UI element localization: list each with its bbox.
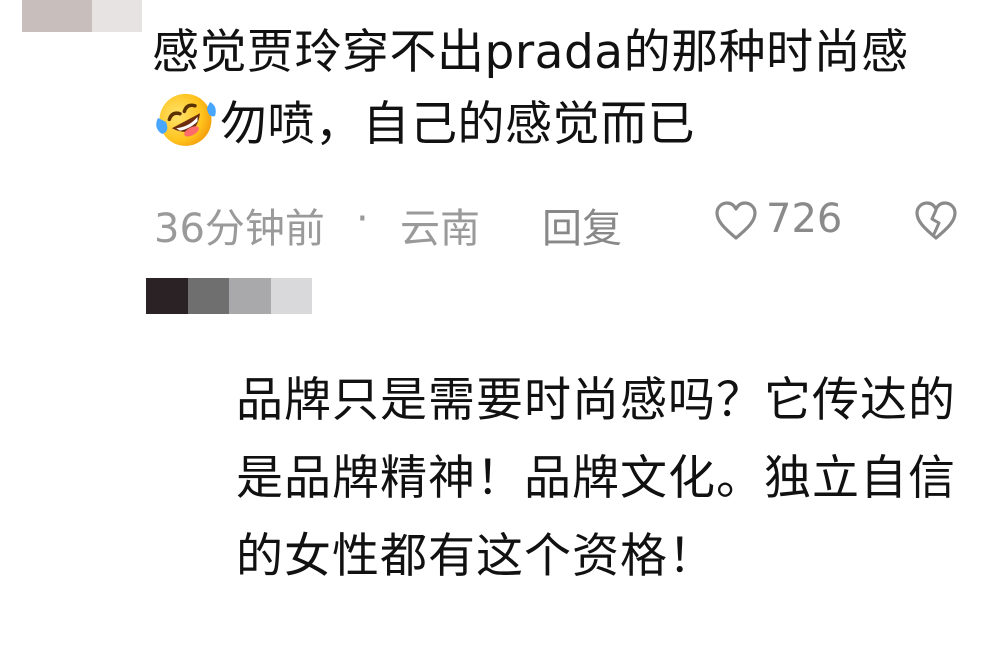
reply-avatar[interactable] — [146, 278, 312, 314]
comment-thread: 感觉贾玲穿不出prada的那种时尚感勿喷，自己的感觉而已 36分钟前 · 云南 … — [0, 0, 1006, 660]
rolling-on-floor-laughing-emoji — [154, 88, 216, 150]
like-count: 726 — [766, 196, 843, 242]
timestamp: 36分钟前 — [154, 206, 325, 252]
separator-dot: · — [356, 196, 369, 242]
avatar-pixel — [22, 0, 92, 32]
avatar-pixel — [229, 278, 271, 314]
reply-text: 品牌只是需要时尚感吗？它传达的是品牌精神！品牌文化。独立自信的女性都有这个资格！ — [236, 373, 956, 584]
location: 云南 — [400, 206, 480, 252]
comment-text-part2: 勿喷，自己的感觉而已 — [220, 97, 695, 152]
avatar-pixel — [270, 278, 312, 314]
heart-outline-icon — [715, 201, 757, 240]
reply-button[interactable]: 回复 — [542, 196, 622, 254]
avatar-pixel — [146, 278, 188, 314]
avatar-pixel — [187, 278, 229, 314]
broken-heart-outline-icon[interactable] — [914, 200, 958, 242]
avatar[interactable] — [22, 0, 142, 32]
comment-text: 感觉贾玲穿不出prada的那种时尚感勿喷，自己的感觉而已 — [152, 18, 972, 160]
avatar-pixel — [92, 0, 142, 32]
comment-text-part1: 感觉贾玲穿不出prada的那种时尚感 — [152, 25, 909, 80]
comment-meta: 36分钟前 · 云南 回复 726 — [154, 190, 964, 252]
